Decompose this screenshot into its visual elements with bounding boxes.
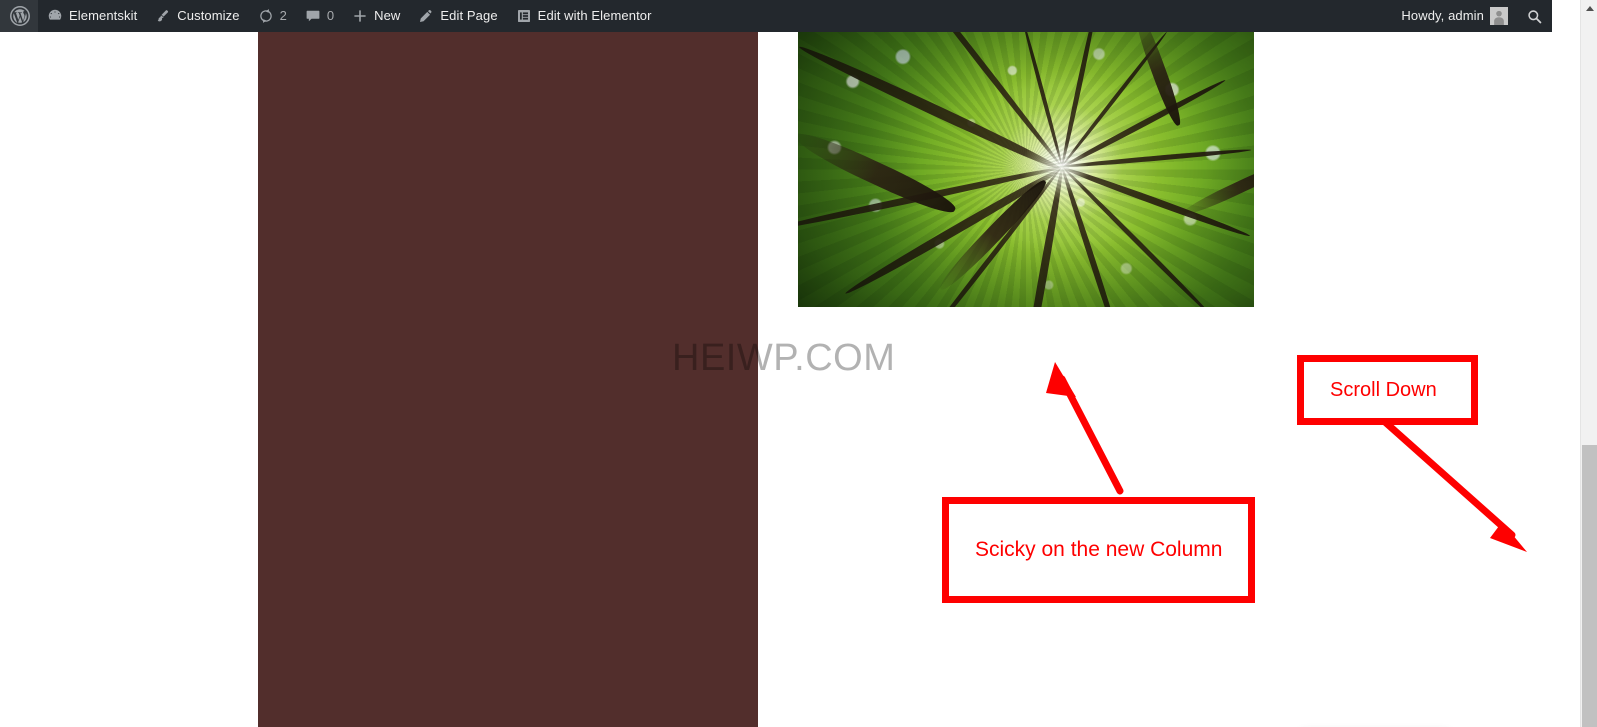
search-icon: [1528, 9, 1542, 23]
site-watermark: HEIWP.COM: [672, 337, 896, 379]
admin-bar-right-group: Howdy, admin: [1392, 0, 1552, 32]
triangle-up-icon: [1585, 6, 1594, 11]
annotation-sticky-text: Scicky on the new Column: [975, 538, 1223, 561]
paintbrush-icon: [158, 10, 169, 22]
scrollbar-thumb[interactable]: [1582, 445, 1597, 727]
browser-viewport: Elementskit Customize 2 0 New Edit Page …: [0, 0, 1597, 727]
adminbar-comments-count: 0: [326, 8, 335, 23]
adminbar-item-edit-with-elementor[interactable]: Edit with Elementor: [507, 0, 661, 32]
wp-admin-bar: Elementskit Customize 2 0 New Edit Page …: [0, 0, 1552, 32]
image-vignette: [798, 32, 1254, 307]
admin-bar-left-group: Elementskit Customize 2 0 New Edit Page …: [0, 0, 661, 32]
adminbar-label-edit-page: Edit Page: [440, 8, 498, 23]
adminbar-item-edit-page[interactable]: Edit Page: [409, 0, 506, 32]
adminbar-item-updates[interactable]: 2: [249, 0, 296, 32]
adminbar-item-wp-logo[interactable]: [0, 0, 38, 32]
adminbar-item-customize[interactable]: Customize: [146, 0, 248, 32]
dashboard-icon: [48, 9, 62, 20]
elementor-icon: [517, 10, 530, 22]
plus-icon: [354, 10, 366, 22]
vertical-scrollbar[interactable]: [1580, 0, 1597, 727]
wordpress-logo-icon: [10, 6, 30, 26]
annotation-scroll-note: Scroll Down: [1297, 355, 1478, 425]
adminbar-item-my-account[interactable]: Howdy, admin: [1392, 0, 1517, 32]
adminbar-label-elementskit: Elementskit: [69, 8, 138, 23]
annotation-sticky-note: Scicky on the new Column: [942, 497, 1255, 603]
avatar-icon: [1490, 7, 1508, 25]
annotation-arrow-to-scrollbar: [1381, 418, 1527, 552]
pencil-icon: [420, 9, 432, 22]
adminbar-label-customize: Customize: [177, 8, 240, 23]
scrollbar-up-button[interactable]: [1581, 0, 1597, 17]
adminbar-item-elementskit[interactable]: Elementskit: [38, 0, 146, 32]
updates-icon: [259, 9, 272, 23]
annotation-scroll-text: Scroll Down: [1330, 378, 1437, 401]
adminbar-item-comments[interactable]: 0: [296, 0, 343, 32]
page-content-area: HEIWP.COM Scicky on the new Column Scrol…: [0, 32, 1552, 727]
comment-bubble-icon: [306, 10, 320, 22]
adminbar-howdy-label: Howdy, admin: [1401, 8, 1484, 23]
adminbar-label-new: New: [374, 8, 401, 23]
annotation-arrow-to-image: [1046, 362, 1124, 495]
adminbar-item-search[interactable]: [1517, 0, 1552, 32]
forest-canopy-image: [798, 32, 1254, 307]
adminbar-item-new-content[interactable]: New: [343, 0, 409, 32]
adminbar-updates-count: 2: [279, 8, 287, 23]
adminbar-label-edit-with-elementor: Edit with Elementor: [537, 8, 652, 23]
